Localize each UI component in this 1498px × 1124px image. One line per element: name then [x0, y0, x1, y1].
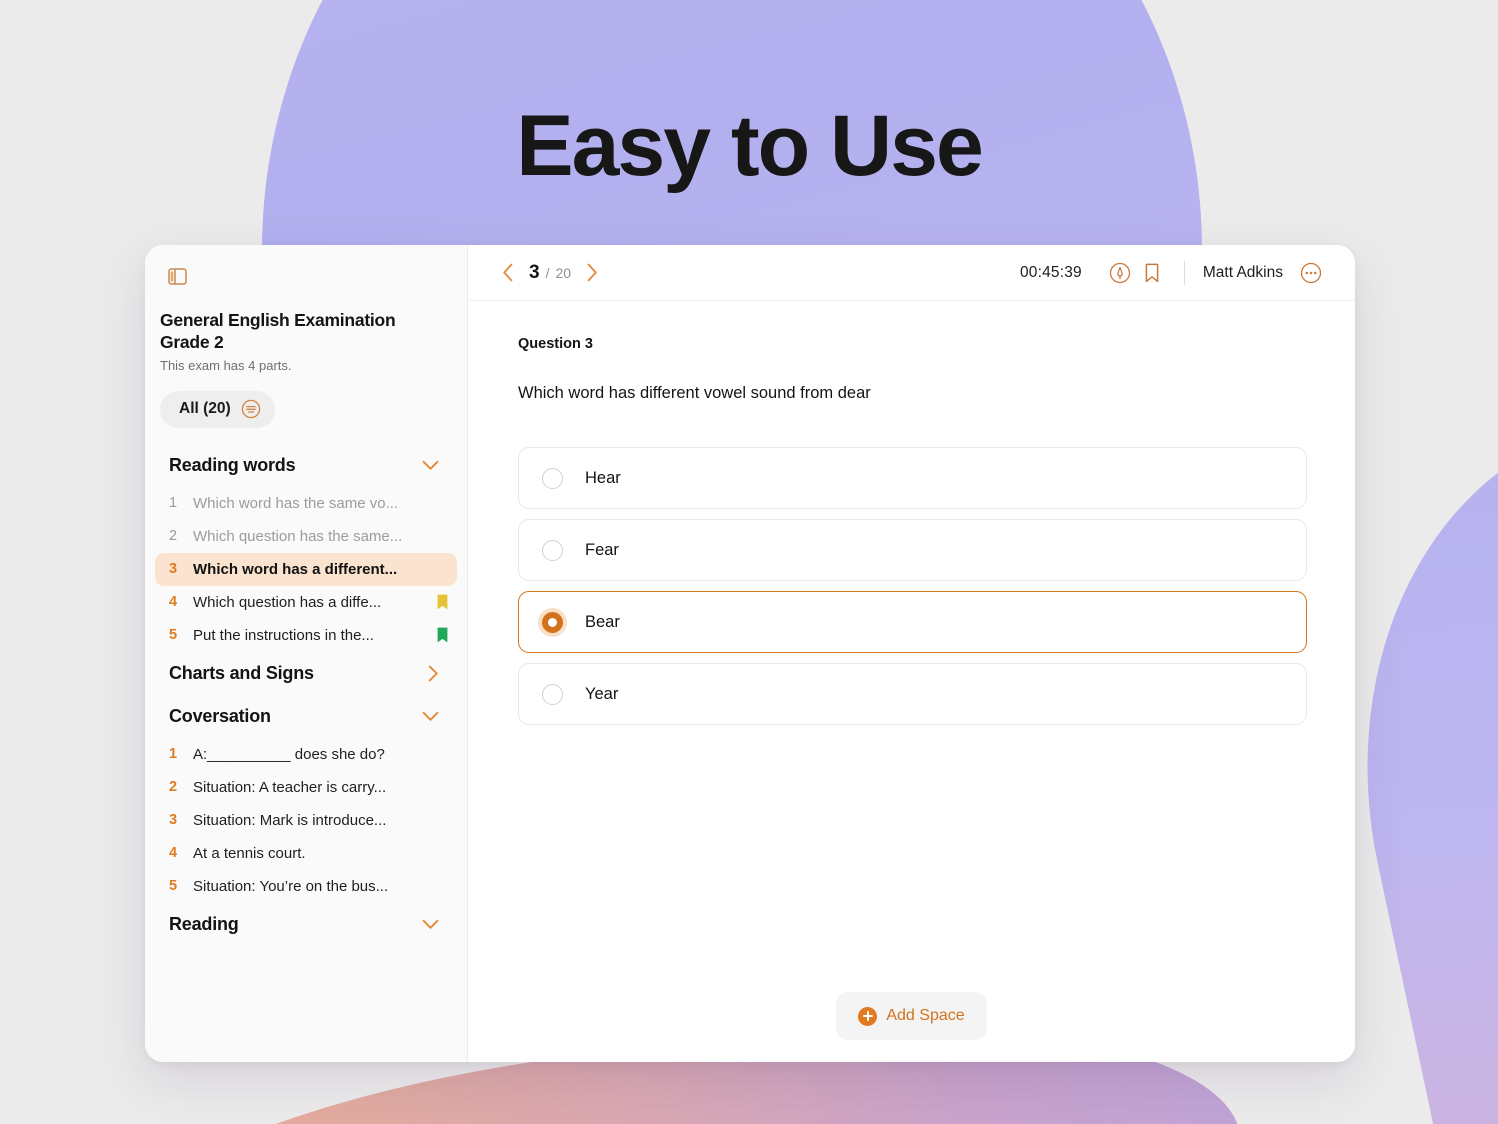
question-number: 2: [169, 779, 178, 796]
question-preview-text: Situation: You’re on the bus...: [193, 877, 389, 895]
more-circle-icon[interactable]: [1295, 257, 1327, 289]
chevron-down-icon: [422, 919, 439, 930]
app-window: General English Examination Grade 2 This…: [145, 245, 1355, 1062]
question-number: 4: [169, 845, 178, 862]
user-name: Matt Adkins: [1202, 263, 1283, 281]
question-number: 2: [169, 528, 178, 545]
exam-title: General English Examination Grade 2: [160, 310, 396, 352]
question-preview-text: Which word has a different...: [193, 560, 398, 578]
hero-title: Easy to Use: [516, 98, 984, 194]
answer-option[interactable]: Hear: [518, 447, 1307, 509]
bookmark-flag-icon: [437, 594, 448, 610]
question-prompt: Which word has different vowel sound fro…: [518, 384, 871, 402]
answer-option[interactable]: Bear: [518, 591, 1307, 653]
question-preview-text: A:__________ does she do?: [193, 745, 385, 763]
sidebar-group-header[interactable]: Reading words: [145, 444, 467, 487]
sidebar-question-list[interactable]: Reading words 1 Which word has the same vo…: [145, 428, 467, 1062]
exam-subtitle: This exam has 4 parts.: [160, 357, 292, 373]
sidebar-group-label: Charts and Signs: [169, 662, 314, 683]
sidebar-group-header[interactable]: Coversation: [145, 695, 467, 738]
sidebar-question-item[interactable]: 5 Situation: You’re on the bus...: [155, 870, 457, 903]
question-preview-text: At a tennis court.: [193, 844, 306, 862]
sidebar-question-item[interactable]: 2 Situation: A teacher is carry...: [155, 771, 457, 804]
answer-options: Hear Fear Bear Year: [518, 447, 1307, 725]
chevron-left-icon[interactable]: [493, 258, 523, 288]
sidebar-question-item[interactable]: 4 Which question has a diffe...: [155, 586, 457, 619]
question-preview-text: Which question has the same...: [193, 527, 403, 545]
sidebar-group-label: Reading: [169, 913, 239, 934]
sidebar-question-item[interactable]: 4 At a tennis court.: [155, 837, 457, 870]
exam-timer: 00:45:39: [1019, 263, 1082, 281]
radio-button-icon[interactable]: [542, 611, 563, 633]
chevron-right-icon: [428, 665, 439, 682]
question-preview-text: Which question has a diffe...: [193, 593, 382, 611]
toolbar: 3 / 20 00:45:39 Matt Adkins: [468, 245, 1355, 301]
add-space-button[interactable]: Add Space: [836, 992, 987, 1040]
question-preview-text: Situation: Mark is introduce...: [193, 811, 387, 829]
question-label: Question 3: [518, 336, 593, 352]
sidebar-question-item[interactable]: 1 A:__________ does she do?: [155, 738, 457, 771]
filter-chip-label: All (20): [179, 400, 231, 418]
bookmark-icon[interactable]: [1136, 257, 1168, 289]
sidebar-question-item[interactable]: 1 Which word has the same vo...: [155, 487, 457, 520]
answer-option-label: Year: [585, 684, 619, 703]
question-preview-text: Which word has the same vo...: [193, 494, 399, 512]
sidebar-question-item[interactable]: 3 Situation: Mark is introduce...: [155, 804, 457, 837]
filter-circle-icon: [241, 399, 261, 419]
question-number: 1: [169, 746, 178, 763]
question-number: 5: [169, 878, 178, 895]
question-number: 4: [169, 594, 178, 611]
total-pages: 20: [555, 264, 572, 281]
question-area: Question 3 Which word has different vowe…: [468, 301, 1355, 970]
sidebar-question-item[interactable]: 2 Which question has the same...: [155, 520, 457, 553]
answer-option-label: Hear: [585, 468, 621, 487]
chevron-down-icon: [422, 711, 439, 722]
question-number: 1: [169, 495, 178, 512]
question-number: 3: [169, 561, 178, 578]
page-separator: /: [545, 264, 550, 281]
filter-chip[interactable]: All (20): [160, 390, 275, 428]
sidebar-panel-icon[interactable]: [162, 261, 192, 291]
footer-bar: Add Space: [468, 970, 1355, 1062]
radio-button-icon[interactable]: [542, 467, 563, 489]
current-page: 3: [529, 261, 540, 283]
main-panel: 3 / 20 00:45:39 Matt Adkins Question 3 W…: [468, 245, 1355, 1062]
answer-option[interactable]: Year: [518, 663, 1307, 725]
answer-option[interactable]: Fear: [518, 519, 1307, 581]
question-number: 3: [169, 812, 178, 829]
sidebar-question-item[interactable]: 3 Which word has a different...: [155, 552, 457, 586]
chevron-right-icon[interactable]: [577, 258, 607, 288]
sidebar: General English Examination Grade 2 This…: [145, 245, 468, 1062]
chevron-down-icon: [422, 460, 439, 471]
sidebar-group-header[interactable]: Charts and Signs: [145, 652, 467, 695]
sidebar-header: General English Examination Grade 2 This…: [145, 245, 467, 428]
plus-circle-icon: [858, 1006, 878, 1026]
pen-circle-icon[interactable]: [1104, 257, 1136, 289]
answer-option-label: Fear: [585, 540, 619, 559]
question-preview-text: Put the instructions in the...: [193, 626, 374, 644]
sidebar-question-item[interactable]: 5 Put the instructions in the...: [155, 619, 457, 652]
add-space-label: Add Space: [886, 1007, 965, 1024]
sidebar-group-label: Coversation: [169, 705, 271, 726]
radio-button-icon[interactable]: [542, 683, 563, 705]
sidebar-group-header[interactable]: Reading: [145, 903, 467, 946]
radio-button-icon[interactable]: [542, 539, 563, 561]
bookmark-flag-icon: [437, 627, 448, 643]
sidebar-group-label: Reading words: [169, 454, 296, 475]
question-preview-text: Situation: A teacher is carry...: [193, 778, 387, 796]
question-number: 5: [169, 627, 178, 644]
answer-option-label: Bear: [585, 612, 620, 631]
toolbar-divider: [1183, 260, 1185, 285]
pager: 3 / 20: [529, 262, 571, 284]
